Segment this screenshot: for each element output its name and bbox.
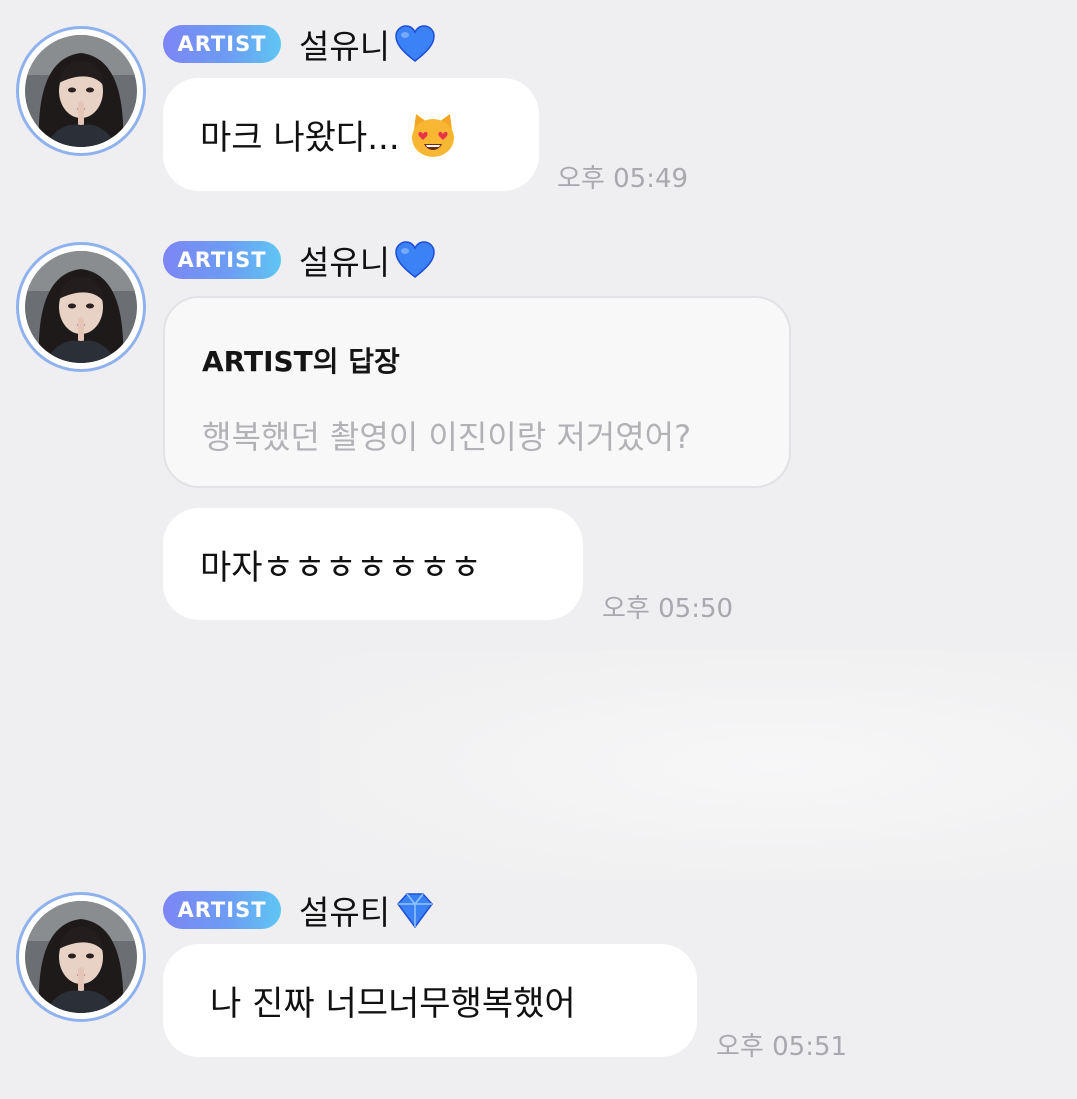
message-header: ARTIST 설유티	[163, 890, 436, 932]
reply-quoted-text: 행복했던 촬영이 이진이랑 저거였어?	[202, 418, 692, 456]
sender-name[interactable]: 설유니	[299, 236, 390, 284]
message-text: 마크 나왔다...	[200, 118, 400, 158]
avatar-photo	[25, 251, 137, 363]
sender-avatar[interactable]	[16, 26, 146, 156]
background-smudge	[320, 650, 1077, 880]
avatar-photo	[25, 901, 137, 1013]
sender-avatar[interactable]	[16, 892, 146, 1022]
blue-heart-icon	[395, 241, 435, 278]
artist-badge: ARTIST	[163, 25, 281, 63]
reply-title: ARTIST의 답장	[202, 345, 400, 378]
chat-bubble[interactable]: 마크 나왔다...	[163, 78, 539, 191]
message-header: ARTIST 설유니	[163, 24, 436, 66]
artist-badge: ARTIST	[163, 891, 281, 929]
blue-heart-icon	[395, 25, 435, 62]
chat-bubble[interactable]: 마자ㅎㅎㅎㅎㅎㅎㅎ	[163, 508, 583, 620]
message-timestamp: 오후 05:51	[716, 1032, 848, 1062]
message-header: ARTIST 설유니	[163, 240, 436, 282]
artist-badge: ARTIST	[163, 241, 281, 279]
reply-card[interactable]: ARTIST의 답장 행복했던 촬영이 이진이랑 저거였어?	[163, 296, 791, 488]
message-text: 나 진짜 너므너무행복했어	[210, 984, 576, 1024]
message-timestamp: 오후 05:50	[602, 594, 734, 624]
sender-avatar[interactable]	[16, 242, 146, 372]
blue-diamond-icon	[397, 893, 434, 929]
avatar-photo	[25, 35, 137, 147]
chat-bubble[interactable]: 나 진짜 너므너무행복했어	[163, 944, 697, 1057]
message-timestamp: 오후 05:49	[557, 164, 689, 194]
heart-eyes-cat-emoji	[411, 113, 454, 157]
sender-name[interactable]: 설유티	[299, 886, 390, 934]
message-text: 마자ㅎㅎㅎㅎㅎㅎㅎ	[200, 547, 482, 588]
sender-name[interactable]: 설유니	[299, 20, 390, 68]
